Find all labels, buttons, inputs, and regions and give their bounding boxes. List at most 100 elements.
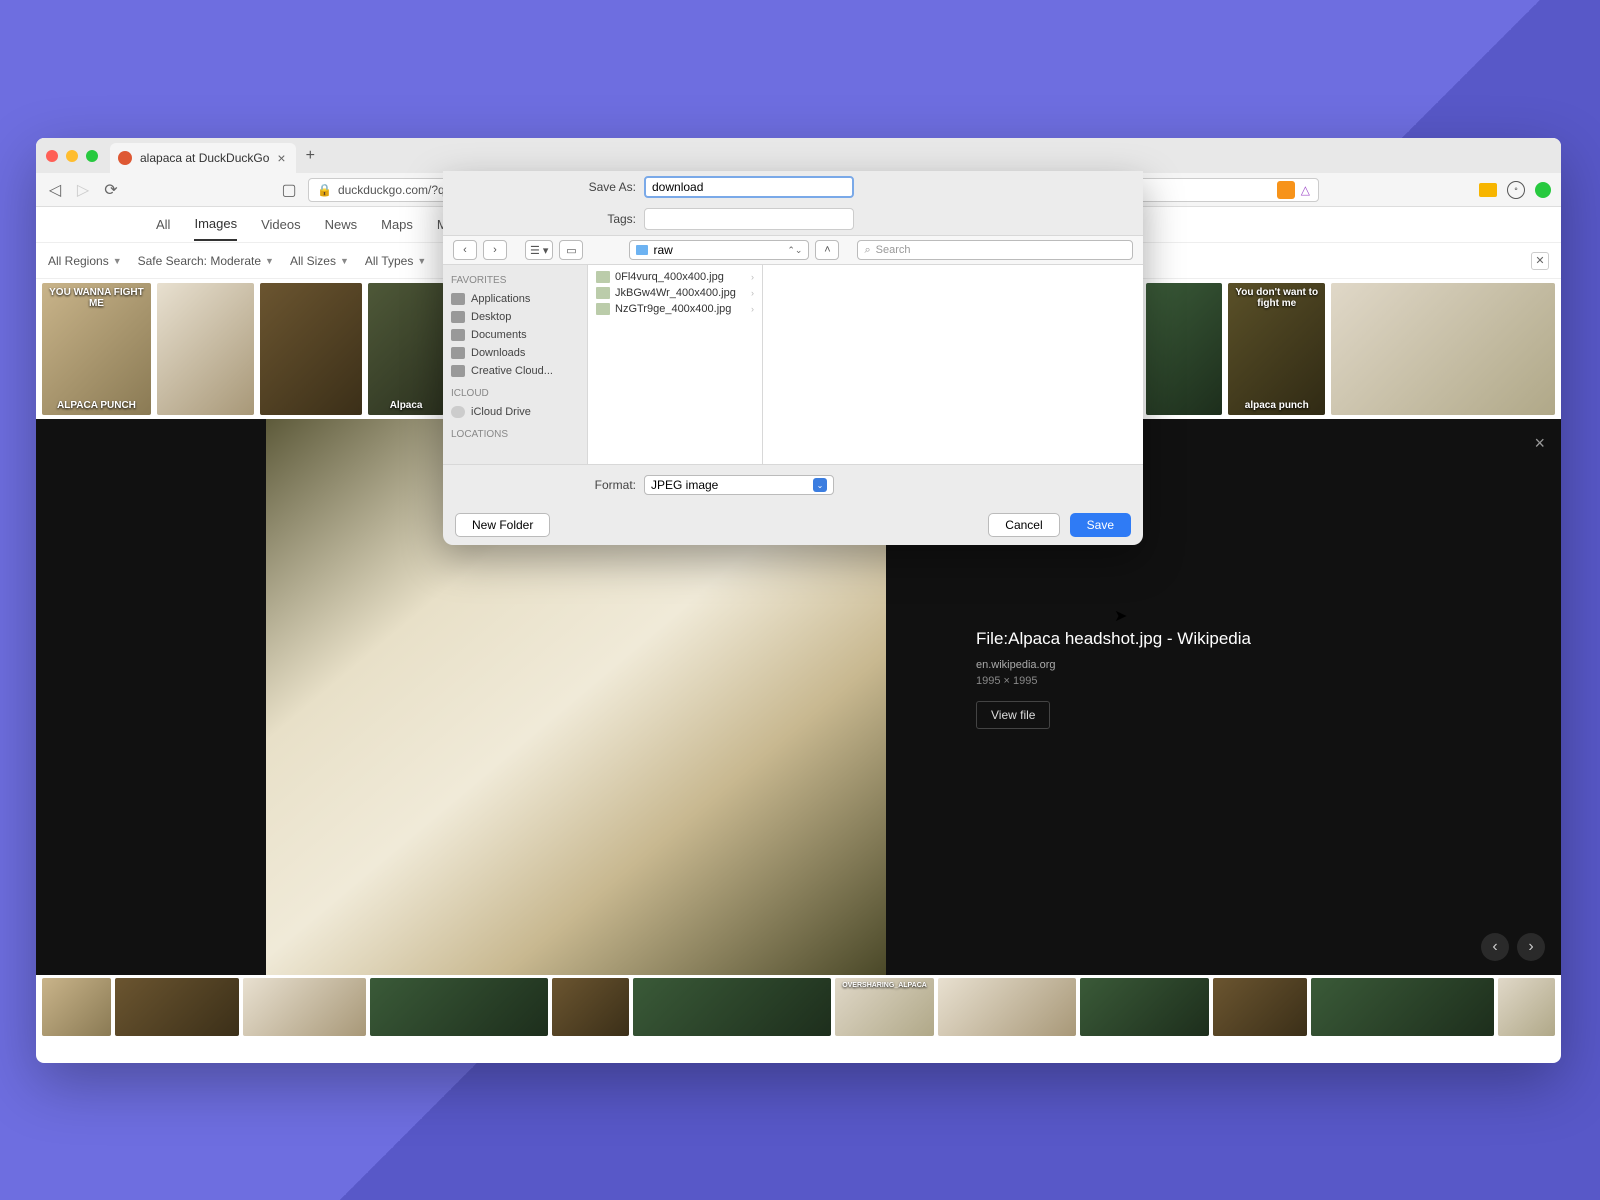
dialog-search-input[interactable]: ⌕ Search [857, 240, 1133, 260]
dialog-sidebar: Favorites Applications Desktop Documents… [443, 265, 588, 464]
thumb-caption: alpaca punch [1232, 400, 1321, 411]
filter-close-button[interactable]: ✕ [1531, 252, 1549, 270]
filter-sizes[interactable]: All Sizes▼ [290, 254, 349, 268]
image-thumbnail[interactable]: YOU WANNA FIGHT ME ALPACA PUNCH [42, 283, 151, 415]
tab-news[interactable]: News [325, 209, 358, 240]
image-thumbnail[interactable] [42, 978, 111, 1036]
sidebar-item-creativecloud[interactable]: Creative Cloud... [451, 362, 579, 380]
save-button[interactable]: Save [1070, 513, 1131, 537]
downloads-icon [451, 347, 465, 359]
detail-close-button[interactable]: × [1534, 433, 1545, 454]
save-as-label: Save As: [461, 180, 636, 194]
sidebar-icloud-label: iCloud [451, 388, 579, 399]
dialog-toolbar: ‹ › ☰ ▾ ▭ raw ⌃⌄ ˄ ⌕ Search [443, 235, 1143, 265]
save-as-input[interactable] [644, 176, 854, 198]
tab-maps[interactable]: Maps [381, 209, 413, 240]
tags-input[interactable] [644, 208, 854, 230]
image-thumbnail[interactable]: OVERSHARING_ALPACA [835, 978, 934, 1036]
detail-prev-button[interactable]: ‹ [1481, 933, 1509, 961]
sidebar-item-documents[interactable]: Documents [451, 326, 579, 344]
image-thumbnail[interactable]: Alpaca [368, 283, 444, 415]
file-row[interactable]: 0Fl4vurq_400x400.jpg› [588, 269, 762, 285]
filter-safesearch[interactable]: Safe Search: Moderate▼ [138, 254, 274, 268]
image-thumbnail[interactable] [115, 978, 239, 1036]
sidebar-favorites-label: Favorites [451, 275, 579, 286]
file-row[interactable]: JkBGw4Wr_400x400.jpg› [588, 285, 762, 301]
tab-title: alapaca at DuckDuckGo [140, 151, 269, 165]
close-tab-icon[interactable]: × [277, 150, 285, 166]
image-thumbnail[interactable] [370, 978, 548, 1036]
brave-shield-icon[interactable] [1277, 181, 1295, 199]
back-button[interactable]: ◁ [46, 181, 64, 199]
detail-source[interactable]: en.wikipedia.org [976, 659, 1521, 671]
applications-icon [451, 293, 465, 305]
browser-tab[interactable]: alapaca at DuckDuckGo × [110, 143, 296, 173]
view-mode-button[interactable]: ☰ ▾ [525, 240, 553, 260]
thumb-caption: OVERSHARING_ALPACA [839, 982, 930, 989]
select-caret-icon: ⌄ [813, 478, 827, 492]
filter-region[interactable]: All Regions▼ [48, 254, 122, 268]
image-thumbnail[interactable] [552, 978, 629, 1036]
sidebar-item-downloads[interactable]: Downloads [451, 344, 579, 362]
new-folder-button[interactable]: New Folder [455, 513, 550, 537]
thumb-caption: You don't want to fight me [1232, 287, 1321, 309]
folder-dropdown[interactable]: raw ⌃⌄ [629, 240, 809, 260]
brave-triangle-icon[interactable]: △ [1301, 183, 1310, 197]
chevron-right-icon: › [751, 288, 754, 298]
image-thumbnail[interactable] [938, 978, 1076, 1036]
sidebar-item-desktop[interactable]: Desktop [451, 308, 579, 326]
extension-icon[interactable] [1479, 183, 1497, 197]
folder-name: raw [653, 243, 672, 257]
up-folder-button[interactable]: ˄ [815, 240, 839, 260]
image-thumbnail[interactable]: You don't want to fight me alpaca punch [1228, 283, 1325, 415]
sidebar-item-applications[interactable]: Applications [451, 290, 579, 308]
format-label: Format: [461, 478, 636, 492]
forward-button[interactable]: ▷ [74, 181, 92, 199]
cloud-icon [451, 406, 465, 418]
tags-label: Tags: [461, 212, 636, 226]
file-list: 0Fl4vurq_400x400.jpg› JkBGw4Wr_400x400.j… [588, 265, 763, 464]
image-thumbnail[interactable] [1498, 978, 1555, 1036]
bookmark-icon[interactable]: ▢ [280, 181, 298, 199]
new-tab-button[interactable]: + [296, 147, 325, 165]
tab-images[interactable]: Images [194, 208, 237, 241]
thumb-caption: ALPACA PUNCH [46, 400, 147, 411]
group-button[interactable]: ▭ [559, 240, 583, 260]
image-thumbnail[interactable] [1213, 978, 1307, 1036]
image-thumbnail[interactable] [633, 978, 831, 1036]
menu-icon[interactable] [1535, 182, 1551, 198]
creativecloud-icon [451, 365, 465, 377]
format-select[interactable]: JPEG image ⌄ [644, 475, 834, 495]
view-file-button[interactable]: View file [976, 701, 1050, 729]
nav-forward-button[interactable]: › [483, 240, 507, 260]
tab-bar: alapaca at DuckDuckGo × + [36, 138, 1561, 173]
tab-all[interactable]: All [156, 209, 170, 240]
detail-next-button[interactable]: › [1517, 933, 1545, 961]
image-thumbnail[interactable] [1080, 978, 1209, 1036]
image-thumbnail[interactable] [1146, 283, 1222, 415]
minimize-window-button[interactable] [66, 150, 78, 162]
bottom-thumbnail-row: OVERSHARING_ALPACA [36, 975, 1561, 1039]
close-window-button[interactable] [46, 150, 58, 162]
chevron-right-icon: › [751, 304, 754, 314]
desktop-icon [451, 311, 465, 323]
image-thumbnail[interactable] [1311, 978, 1494, 1036]
save-file-dialog: Save As: Tags: ‹ › ☰ ▾ ▭ raw ⌃⌄ ˄ ⌕ Sear… [443, 171, 1143, 545]
image-thumbnail[interactable] [243, 978, 367, 1036]
search-icon: ⌕ [864, 244, 870, 257]
maximize-window-button[interactable] [86, 150, 98, 162]
image-thumbnail[interactable] [260, 283, 362, 415]
filter-types[interactable]: All Types▼ [365, 254, 426, 268]
file-row[interactable]: NzGTr9ge_400x400.jpg› [588, 301, 762, 317]
profile-icon[interactable]: ◦ [1507, 181, 1525, 199]
detail-nav-buttons: ‹ › [1481, 933, 1545, 961]
sidebar-item-iclouddrive[interactable]: iCloud Drive [451, 403, 579, 421]
cancel-button[interactable]: Cancel [988, 513, 1059, 537]
image-thumbnail[interactable] [157, 283, 254, 415]
file-preview-pane [763, 265, 1143, 464]
image-thumbnail[interactable] [1331, 283, 1555, 415]
reload-button[interactable]: ⟳ [102, 181, 120, 199]
nav-back-button[interactable]: ‹ [453, 240, 477, 260]
file-thumb-icon [596, 287, 610, 299]
tab-videos[interactable]: Videos [261, 209, 301, 240]
